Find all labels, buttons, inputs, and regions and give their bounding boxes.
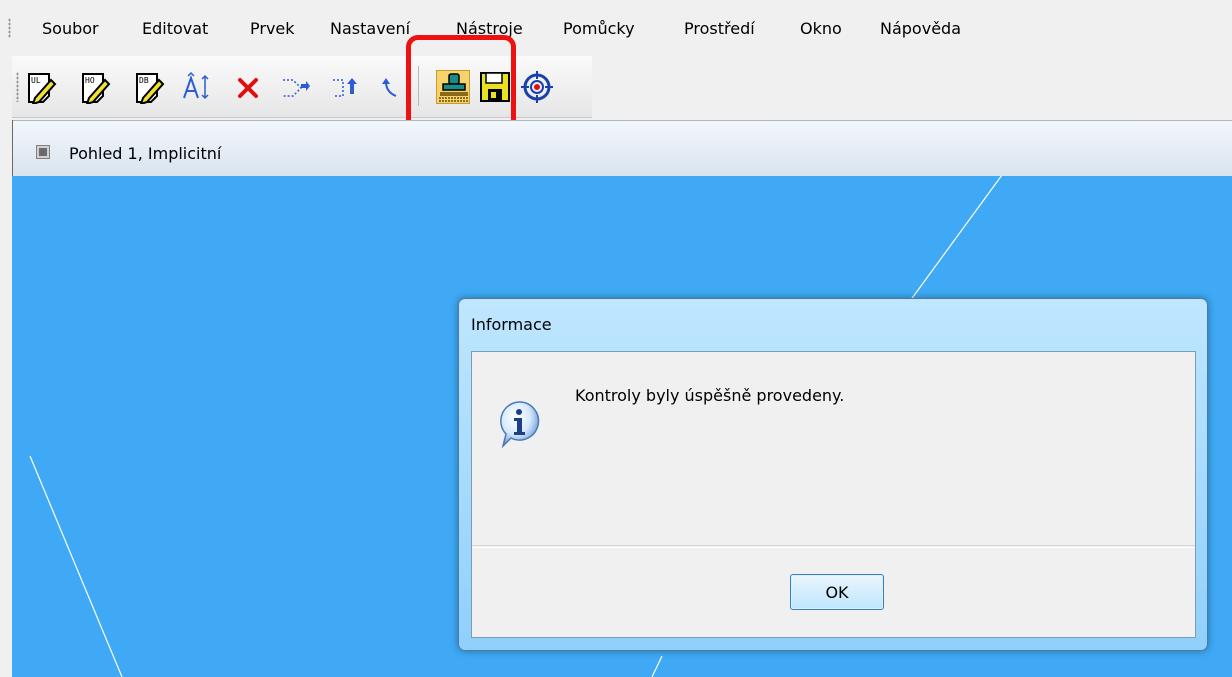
move-right-button[interactable]	[278, 70, 312, 104]
drawing-line	[651, 655, 663, 677]
edit-db-button[interactable]: DB	[134, 70, 168, 104]
undo-button[interactable]	[374, 70, 408, 104]
text-size-icon	[183, 71, 209, 100]
edit-ul-button[interactable]: UL	[26, 70, 60, 104]
drawing-line	[29, 455, 123, 677]
target-button[interactable]	[520, 70, 554, 104]
view-title: Pohled 1, Implicitní	[69, 144, 222, 163]
move-up-icon	[333, 78, 357, 97]
svg-text:UL: UL	[31, 76, 41, 85]
menu-pomucky[interactable]: Pomůcky	[563, 19, 635, 39]
dialog-title: Informace	[471, 315, 552, 334]
edit-db-icon: DB	[136, 73, 165, 104]
menu-bar: Soubor Editovat Prvek Nastavení Nástroje…	[0, 0, 1232, 56]
menu-editovat[interactable]: Editovat	[142, 19, 208, 39]
text-size-button[interactable]	[180, 70, 214, 104]
menu-prvek[interactable]: Prvek	[250, 19, 295, 39]
edit-ul-icon: UL	[28, 73, 57, 104]
edit-ho-icon: HO	[82, 73, 111, 104]
menu-grip[interactable]	[8, 18, 11, 38]
delete-button[interactable]	[232, 70, 266, 104]
app-window: Soubor Editovat Prvek Nastavení Nástroje…	[0, 0, 1232, 677]
move-up-button[interactable]	[328, 70, 362, 104]
view-titlebar[interactable]: Pohled 1, Implicitní	[13, 120, 1232, 176]
target-icon	[521, 71, 553, 103]
menu-soubor[interactable]: Soubor	[42, 19, 99, 39]
svg-text:HO: HO	[85, 76, 95, 85]
info-dialog: Informace Kontroly byly úspěšně proveden…	[458, 298, 1208, 651]
menu-napoveda[interactable]: Nápověda	[880, 19, 961, 39]
menu-prostredi[interactable]: Prostředí	[684, 19, 755, 39]
drawing-line	[909, 176, 1003, 302]
delete-icon	[238, 78, 258, 98]
toolbar-grip[interactable]	[16, 72, 19, 102]
window-icon[interactable]	[37, 146, 49, 158]
ok-button[interactable]: OK	[790, 574, 884, 610]
dialog-body: Kontroly byly úspěšně provedeny.	[472, 352, 1195, 546]
dialog-footer: OK	[472, 547, 1195, 637]
dialog-client: Kontroly byly úspěšně provedeny. OK	[471, 351, 1196, 638]
menu-okno[interactable]: Okno	[800, 19, 842, 39]
info-icon	[500, 401, 540, 448]
edit-ho-button[interactable]: HO	[80, 70, 114, 104]
svg-text:DB: DB	[139, 76, 149, 85]
undo-arrow-icon	[382, 78, 397, 97]
dialog-message: Kontroly byly úspěšně provedeny.	[575, 386, 845, 405]
move-right-icon	[283, 79, 310, 97]
menu-nastaveni[interactable]: Nastavení	[330, 19, 410, 39]
